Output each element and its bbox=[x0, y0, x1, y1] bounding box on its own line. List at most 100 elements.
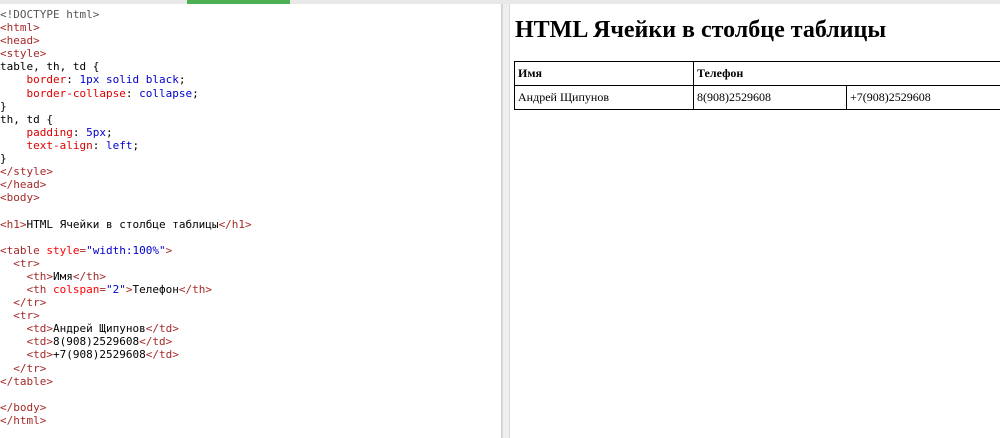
code-token: colspan bbox=[53, 282, 100, 296]
preview-table: Имя Телефон Андрей Щипунов 8(908)2529608… bbox=[514, 61, 1000, 110]
cell-name: Андрей Щипунов bbox=[514, 85, 694, 110]
code-line[interactable]: padding: 5px; bbox=[0, 126, 252, 139]
code-line[interactable]: <body> bbox=[0, 191, 252, 204]
code-token: 8(908)2529608 bbox=[53, 335, 140, 349]
code-token: <html> bbox=[0, 21, 40, 35]
code-line[interactable]: <table style="width:100%"> bbox=[0, 244, 252, 257]
code-token: table, th, td { bbox=[0, 60, 100, 74]
code-line[interactable]: <head> bbox=[0, 34, 252, 47]
code-token: = bbox=[99, 282, 106, 296]
code-line[interactable]: <td>8(908)2529608</td> bbox=[0, 335, 252, 348]
code-line[interactable]: </table> bbox=[0, 375, 252, 388]
code-line[interactable]: <style> bbox=[0, 47, 252, 60]
table-row: Андрей Щипунов 8(908)2529608 +7(908)2529… bbox=[514, 85, 1000, 110]
code-editor[interactable]: <!DOCTYPE html> <html> <head> <style> table,… bbox=[0, 4, 502, 438]
code-token: style bbox=[46, 243, 80, 257]
code-token: <!DOCTYPE html> bbox=[0, 8, 100, 21]
code-token: : bbox=[72, 125, 87, 139]
code-token: text-align bbox=[26, 138, 93, 152]
code-token: Телефон bbox=[132, 282, 179, 296]
code-token: : bbox=[66, 73, 80, 87]
code-token: Имя bbox=[53, 269, 73, 283]
code-token: 5px bbox=[86, 125, 106, 139]
code-line[interactable]: <td>Андрей Щипунов</td> bbox=[0, 322, 252, 335]
code-line[interactable]: <tr> bbox=[0, 257, 252, 270]
code-line[interactable]: th, td { bbox=[0, 113, 252, 126]
code-token: </tr> bbox=[13, 296, 47, 310]
code-token: <tr> bbox=[13, 256, 40, 270]
code-token: ; bbox=[178, 73, 186, 87]
code-token: <body> bbox=[0, 191, 40, 205]
code-token: : bbox=[125, 86, 140, 100]
code-token: </td> bbox=[145, 348, 179, 362]
code-line[interactable]: text-align: left; bbox=[0, 139, 252, 152]
code-line[interactable] bbox=[0, 231, 252, 244]
code-token: <td> bbox=[26, 322, 54, 336]
code-line[interactable]: } bbox=[0, 100, 252, 113]
code-token: th, td { bbox=[0, 112, 53, 126]
header-cell-phone: Телефон bbox=[693, 61, 1000, 86]
table-header-row: Имя Телефон bbox=[514, 61, 1000, 86]
code-token: ; bbox=[105, 125, 113, 139]
code-line[interactable]: </body> bbox=[0, 401, 252, 414]
code-line[interactable]: </style> bbox=[0, 165, 252, 178]
code-token: ; bbox=[192, 86, 199, 100]
code-token: ; bbox=[132, 138, 140, 152]
code-line[interactable]: </head> bbox=[0, 178, 252, 191]
code-token: : bbox=[92, 138, 106, 152]
code-token: </body> bbox=[0, 400, 47, 414]
code-token: </table> bbox=[0, 374, 53, 388]
cell-phone-2: +7(908)2529608 bbox=[846, 85, 1000, 110]
code-line[interactable]: <tr> bbox=[0, 309, 252, 322]
code-line[interactable]: </tr> bbox=[0, 296, 252, 309]
code-token: collapse bbox=[139, 86, 193, 100]
code-token: </th> bbox=[72, 269, 106, 283]
code-token: } bbox=[0, 99, 7, 113]
code-line[interactable]: <!DOCTYPE html> bbox=[0, 8, 252, 21]
code-token: <tr> bbox=[13, 309, 40, 323]
code-lines[interactable]: <!DOCTYPE html> <html> <head> <style> table,… bbox=[0, 8, 252, 427]
code-line[interactable]: <td>+7(908)2529608</td> bbox=[0, 348, 252, 361]
code-line[interactable]: <th>Имя</th> bbox=[0, 270, 252, 283]
code-line[interactable]: <h1>HTML Ячейки в столбце таблицы</h1> bbox=[0, 218, 252, 231]
code-line[interactable] bbox=[0, 204, 252, 217]
code-token: </td> bbox=[145, 322, 179, 336]
code-token: Андрей Щипунов bbox=[53, 322, 146, 336]
code-token: </h1> bbox=[218, 217, 252, 231]
code-token: "width:100%" bbox=[86, 243, 166, 257]
code-line[interactable]: } bbox=[0, 152, 252, 165]
code-line[interactable]: table, th, td { bbox=[0, 60, 252, 73]
code-token: padding bbox=[26, 125, 73, 139]
code-line[interactable]: </html> bbox=[0, 414, 252, 427]
code-token: "2" bbox=[105, 282, 126, 296]
code-token: <td> bbox=[26, 348, 54, 362]
code-line[interactable]: border: 1px solid black; bbox=[0, 73, 252, 86]
code-token: HTML Ячейки в столбце таблицы bbox=[26, 217, 219, 231]
code-line[interactable] bbox=[0, 388, 252, 401]
code-line[interactable]: </tr> bbox=[0, 362, 252, 375]
code-line[interactable]: <th colspan="2">Телефон</th> bbox=[0, 283, 252, 296]
code-token: 1px solid black bbox=[79, 73, 179, 87]
code-line[interactable]: border-collapse: collapse; bbox=[0, 87, 252, 100]
code-line[interactable]: <html> bbox=[0, 21, 252, 34]
code-token: </td> bbox=[139, 335, 173, 349]
code-token: +7(908)2529608 bbox=[53, 348, 146, 362]
code-token: border bbox=[26, 73, 67, 87]
code-token: </th> bbox=[178, 282, 212, 296]
pane-splitter[interactable] bbox=[502, 4, 510, 438]
code-token: <h1> bbox=[0, 217, 27, 231]
code-token: </style> bbox=[0, 165, 53, 179]
header-cell-name: Имя bbox=[514, 61, 694, 86]
